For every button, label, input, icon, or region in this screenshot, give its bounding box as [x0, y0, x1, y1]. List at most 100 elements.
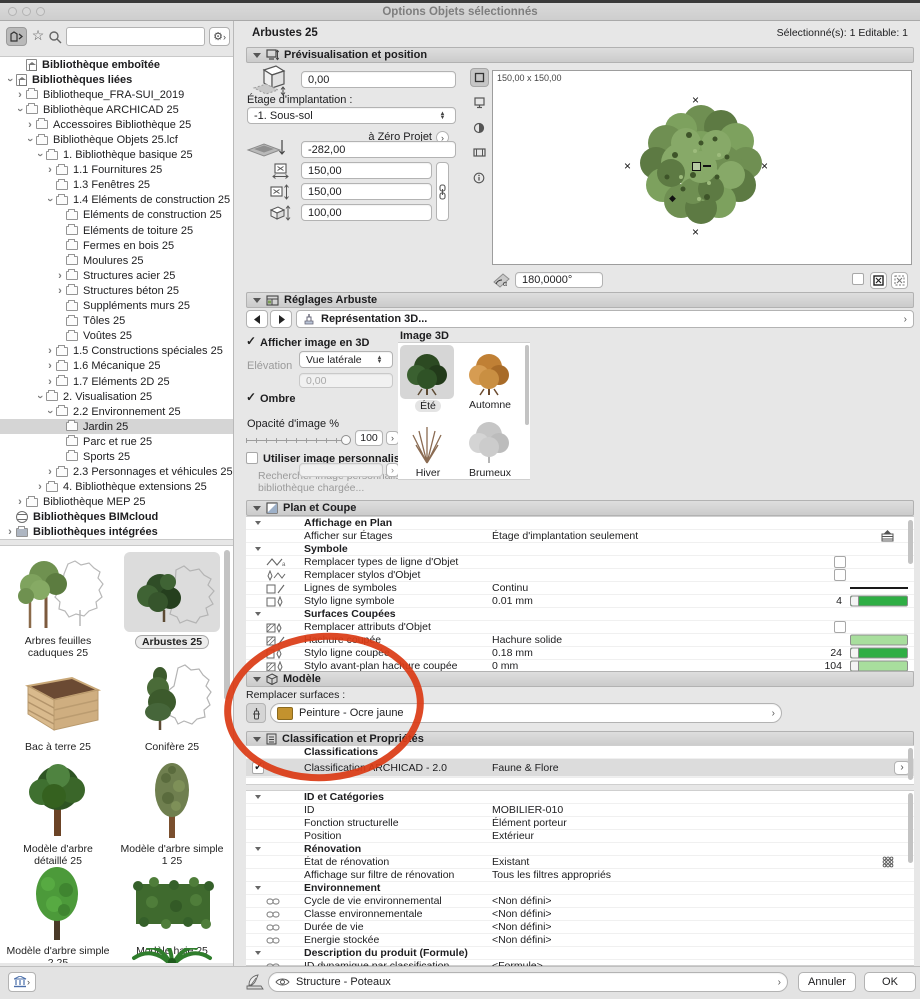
tree-item[interactable]: 1.7 Eléments 2D 25: [0, 374, 233, 389]
plan-table-scrollbar[interactable]: [908, 520, 913, 564]
thumb-conifere[interactable]: Conifère 25: [120, 658, 224, 753]
mirror-x-button[interactable]: [870, 272, 887, 289]
row-stylo-ligne-symbole[interactable]: Stylo ligne symbole 0.01 mm 4: [246, 595, 914, 608]
tree-item[interactable]: Structures béton 25: [0, 283, 233, 298]
preview-2d-symbol-icon[interactable]: [469, 68, 489, 87]
opacity-slider[interactable]: [246, 435, 351, 446]
section-renovation[interactable]: Rénovation: [246, 843, 914, 856]
hotspot-bottom-icon[interactable]: ×: [692, 226, 699, 238]
properties-scrollbar[interactable]: [908, 793, 913, 863]
opacity-value-field[interactable]: 100: [355, 430, 383, 446]
row-lignes-symboles[interactable]: Lignes de symboles Continu: [246, 582, 914, 595]
tree-item[interactable]: Tôles 25: [0, 314, 233, 329]
tree-item[interactable]: 1.4 Eléments de construction 25: [0, 193, 233, 208]
thumb-arbustes-selected[interactable]: Arbustes 25: [120, 552, 224, 649]
tree-item[interactable]: 4. Bibliothèque extensions 25: [0, 480, 233, 495]
row-hachure-coupee[interactable]: Hachure coupée Hachure solide: [246, 634, 914, 647]
pen-color-swatch[interactable]: [850, 660, 908, 672]
library-view-mode-button[interactable]: [6, 27, 27, 46]
tree-item[interactable]: 2.2 Environnement 25: [0, 404, 233, 419]
tree-item[interactable]: Accessoires Bibliothèque 25: [0, 117, 233, 132]
tree-item[interactable]: 1.3 Fenêtres 25: [0, 178, 233, 193]
pen-color-swatch[interactable]: [850, 595, 908, 607]
pen-set-icon[interactable]: [246, 974, 264, 990]
row-energie-stockee[interactable]: Energie stockée <Non défini>: [246, 934, 914, 947]
row-remplacer-stylos[interactable]: Remplacer stylos d'Objet: [246, 569, 914, 582]
offset-to-story-field[interactable]: 0,00: [301, 71, 456, 88]
tree-item[interactable]: 1.5 Constructions spéciales 25: [0, 344, 233, 359]
next-page-button[interactable]: [270, 310, 292, 328]
tree-item[interactable]: Fermes en bois 25: [0, 238, 233, 253]
tree-item[interactable]: 1.6 Mécanique 25: [0, 359, 233, 374]
shadow-check-icon[interactable]: ✓: [246, 390, 256, 404]
tree-item[interactable]: Bibliothèques intégrées: [0, 525, 233, 539]
thumb-arbres-feuilles[interactable]: Arbres feuilles caduques 25: [6, 552, 110, 659]
elevation-field[interactable]: -282,00: [301, 141, 456, 158]
elevation-slab-icon[interactable]: [246, 136, 286, 162]
surface-paint-toggle[interactable]: [246, 703, 266, 723]
surface-override-field[interactable]: Peinture - Ocre jaune ›: [270, 703, 782, 723]
season-automne[interactable]: Automne: [462, 345, 518, 411]
library-tree[interactable]: Bibliothèque emboîtée Bibliothèques liée…: [0, 56, 233, 540]
mirror-checkbox[interactable]: [852, 273, 864, 285]
tree-item[interactable]: Structures acier 25: [0, 268, 233, 283]
tree-item[interactable]: Bibliothèques BIMcloud: [0, 510, 233, 525]
tree-item[interactable]: Parc et rue 25: [0, 434, 233, 449]
panel-header-plan-coupe[interactable]: Plan et Coupe: [246, 500, 914, 516]
preview-mode-strip[interactable]: [468, 68, 490, 187]
tree-item[interactable]: Bibliothèque emboîtée: [0, 57, 233, 72]
row-cycle-de-vie[interactable]: Cycle de vie environnemental <Non défini>: [246, 895, 914, 908]
season-list-scrollbar[interactable]: [525, 345, 529, 425]
cancel-button[interactable]: Annuler: [798, 972, 856, 992]
tree-item[interactable]: 1.1 Fournitures 25: [0, 163, 233, 178]
panel-header-modele[interactable]: Modèle: [246, 671, 914, 687]
custom-image-checkbox[interactable]: [246, 452, 258, 464]
section-environnement[interactable]: Environnement: [246, 882, 914, 895]
row-etat-renovation[interactable]: État de rénovation Existant: [246, 856, 914, 869]
line-type-swatch[interactable]: [850, 587, 908, 589]
classification-checkbox-checked[interactable]: ✓: [252, 761, 264, 774]
hotspot-inner-icon[interactable]: ◆: [669, 193, 676, 203]
ok-button[interactable]: OK: [864, 972, 916, 992]
row-remplacer-types-ligne[interactable]: a Remplacer types de ligne d'Objet: [246, 556, 914, 569]
preview-info-icon[interactable]: [470, 168, 489, 187]
panel-header-reglages-arbuste[interactable]: Réglages Arbuste: [246, 292, 914, 308]
row-fonction-structurelle[interactable]: Fonction structurelle Élément porteur: [246, 817, 914, 830]
size-z-field[interactable]: 100,00: [301, 204, 432, 221]
classification-scrollbar[interactable]: [908, 748, 913, 780]
mirror-y-button[interactable]: [891, 272, 908, 289]
tree-item[interactable]: Eléments de toiture 25: [0, 223, 233, 238]
library-manager-button[interactable]: ›: [8, 972, 36, 992]
link-dimensions-button[interactable]: [436, 162, 449, 221]
preview-section-icon[interactable]: [470, 143, 489, 162]
object-thumbnail-grid[interactable]: Arbres feuilles caduques 25 Arbustes 25: [0, 545, 233, 963]
section-surfaces-coupees[interactable]: Surfaces Coupées: [246, 608, 914, 621]
layer-field[interactable]: Structure - Poteaux ›: [268, 972, 788, 992]
preview-front-view-icon[interactable]: [470, 93, 489, 112]
row-duree-de-vie[interactable]: Durée de vie <Non défini>: [246, 921, 914, 934]
row-remplacer-attributs[interactable]: Remplacer attributs d'Objet: [246, 621, 914, 634]
row-affichage-filtre[interactable]: Affichage sur filtre de rénovation Tous l…: [246, 869, 914, 882]
section-symbole[interactable]: Symbole: [246, 543, 914, 556]
hotspot-left-icon[interactable]: ×: [624, 160, 631, 172]
hotspot-top-icon[interactable]: ×: [692, 94, 699, 106]
thumb-arbre-simple-2[interactable]: Modèle d'arbre simple 2 25: [6, 862, 110, 963]
tree-item[interactable]: Eléments de construction 25: [0, 208, 233, 223]
thumb-haie[interactable]: Modèle haie 25: [120, 862, 224, 957]
thumb-arbre-simple-1[interactable]: Modèle d'arbre simple 1 25: [120, 760, 224, 867]
tree-item[interactable]: Bibliothèque ARCHICAD 25: [0, 102, 233, 117]
row-stylo-ligne-coupee[interactable]: Stylo ligne coupée 0.18 mm 24: [246, 647, 914, 660]
size-x-field[interactable]: 150,00: [301, 162, 432, 179]
story-select[interactable]: -1. Sous-sol ▲ ▼: [247, 107, 456, 124]
origin-hotspot-icon[interactable]: [692, 162, 701, 171]
search-icon[interactable]: [48, 30, 62, 44]
tree-item[interactable]: Bibliotheque_FRA-SUI_2019: [0, 87, 233, 102]
preview-3d-icon[interactable]: [470, 118, 489, 137]
row-classification-archicad[interactable]: ✓ Classification ARCHICAD - 2.0 Faune & …: [246, 759, 914, 777]
search-input[interactable]: [66, 27, 205, 46]
override-attributes-checkbox[interactable]: [834, 621, 846, 633]
section-affichage-en-plan[interactable]: Affichage en Plan: [246, 517, 914, 530]
tree-item[interactable]: Bibliothèque Objets 25.lcf: [0, 132, 233, 147]
settings-page-selector[interactable]: Représentation 3D... ›: [296, 310, 914, 328]
favorites-star-icon[interactable]: ☆: [29, 27, 47, 46]
